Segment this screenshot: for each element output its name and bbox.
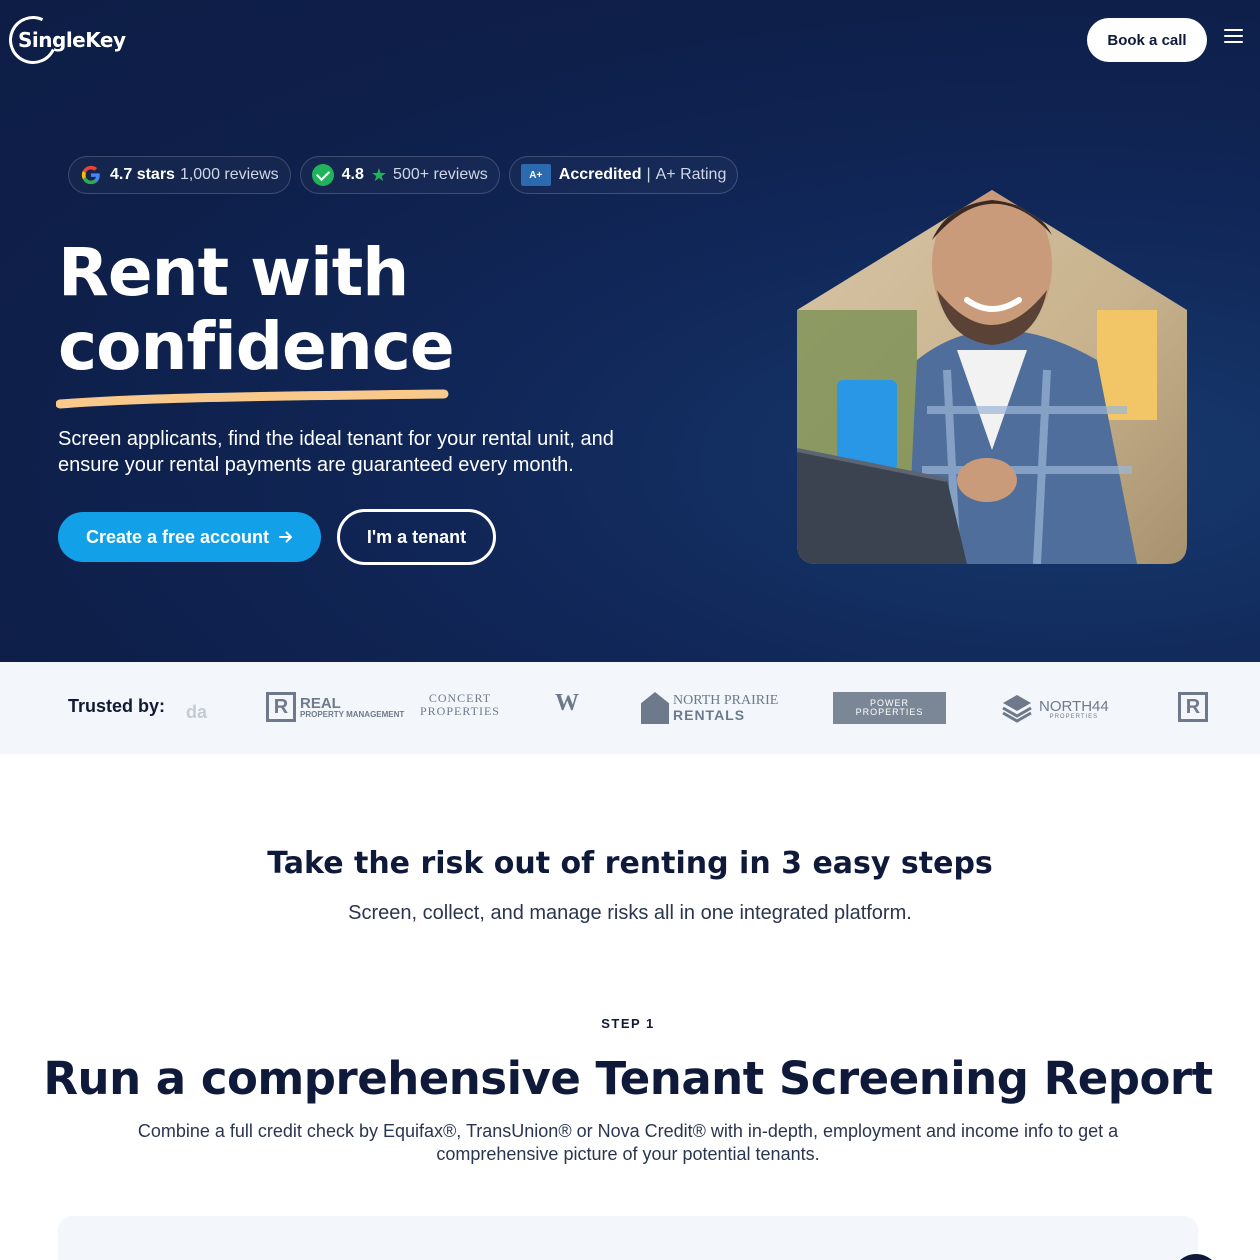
hero-subtext: Screen applicants, find the ideal tenant…: [58, 428, 614, 476]
steps-section-subtitle: Screen, collect, and manage risks all in…: [348, 902, 912, 924]
logo-text: SingleKey: [18, 28, 126, 52]
steps-section-title: Take the risk out of renting in 3 easy s…: [267, 846, 993, 881]
rating-badges: 4.7 stars 1,000 reviews 4.8 ★ 500+ revie…: [68, 156, 739, 194]
trusted-by-label: Trusted by:: [68, 696, 166, 716]
house-icon: [641, 692, 669, 724]
star-icon: ★: [370, 164, 388, 185]
tenant-button[interactable]: I'm a tenant: [337, 509, 496, 565]
google-icon: [81, 165, 100, 185]
google-reviews: 1,000 reviews: [179, 166, 279, 183]
hero-headline: Rent with confidence: [58, 234, 455, 385]
hero-photo: [797, 150, 1187, 564]
book-call-button[interactable]: Book a call: [1087, 18, 1207, 62]
hamburger-menu-icon[interactable]: [1224, 29, 1243, 43]
bbb-accredited-label: Accredited: [558, 166, 642, 183]
north44-logo-title: NORTH44: [1039, 697, 1109, 715]
north44-logo-text: NORTH44 PROPERTIES: [1039, 699, 1109, 720]
singlekey-logo[interactable]: SingleKey: [2, 9, 126, 71]
concert-properties-logo: CONCERT PROPERTIES: [420, 692, 500, 717]
hero-section: SingleKey Book a call 4.7 stars 1,000 re…: [0, 0, 1260, 662]
concert-logo-title: CONCERT: [428, 691, 492, 705]
check-circle-icon: [311, 164, 334, 186]
step-1-description: Combine a full credit check by Equifax®,…: [137, 1121, 1119, 1164]
real-property-management-logo: R REAL PROPERTY MANAGEMENT: [266, 692, 405, 722]
headline-line-2: confidence: [58, 308, 455, 385]
rpm-mark-icon: R: [266, 692, 296, 722]
bbb-separator: |: [646, 166, 651, 183]
google-rating: 4.7 stars: [110, 166, 175, 183]
step-1-label: STEP 1: [601, 1016, 655, 1031]
north-prairie-rentals-logo: NORTH PRAIRIE RENTALS: [641, 692, 778, 724]
trustpilot-rating: 4.8: [341, 166, 364, 183]
bbb-accredited-badge[interactable]: A+ Accredited | A+ Rating: [508, 156, 739, 194]
step-1-card: [58, 1216, 1198, 1260]
step-1-title: Run a comprehensive Tenant Screening Rep…: [43, 1052, 1213, 1105]
trustpilot-rating-badge[interactable]: 4.8 ★ 500+ reviews: [299, 156, 500, 194]
w-logo-text: W: [555, 690, 579, 716]
north44-logo-sub: PROPERTIES: [1049, 713, 1099, 720]
bbb-icon: A+: [520, 164, 551, 186]
create-account-button[interactable]: Create a free account: [58, 512, 321, 562]
partner-logo-cut-text: R: [1178, 692, 1208, 722]
trusted-by-bar: Trusted by: da R REAL PROPERTY MANAGEMEN…: [0, 662, 1260, 754]
concert-logo-sub: PROPERTIES: [420, 703, 500, 718]
w-logo: W: [555, 690, 579, 717]
arrow-right-icon: [279, 531, 293, 543]
rpm-logo-title: REAL: [300, 694, 341, 712]
partner-logo-partial: da: [186, 702, 207, 723]
npr-logo-title: NORTH PRAIRIE: [673, 693, 779, 708]
rpm-logo-sub: PROPERTY MANAGEMENT: [300, 709, 405, 719]
npr-logo-sub: RENTALS: [673, 707, 746, 723]
create-account-label: Create a free account: [85, 526, 270, 547]
power-properties-logo: POWER PROPERTIES: [833, 692, 946, 724]
stacked-lines-icon: [1002, 695, 1032, 723]
power-logo-sub: PROPERTIES: [855, 707, 924, 717]
google-rating-badge[interactable]: 4.7 stars 1,000 reviews: [68, 156, 291, 194]
rpm-logo-text: REAL PROPERTY MANAGEMENT: [300, 694, 405, 719]
headline-underline: [56, 389, 449, 409]
partner-logo-cut: R: [1178, 692, 1214, 722]
headline-line-1: Rent with: [58, 234, 409, 311]
partner-logo-text: da: [186, 702, 208, 722]
npr-logo-text: NORTH PRAIRIE RENTALS: [673, 693, 779, 723]
bbb-rating: A+ Rating: [655, 166, 727, 183]
trustpilot-reviews: 500+ reviews: [393, 166, 488, 183]
north44-logo: NORTH44 PROPERTIES: [1001, 693, 1109, 725]
